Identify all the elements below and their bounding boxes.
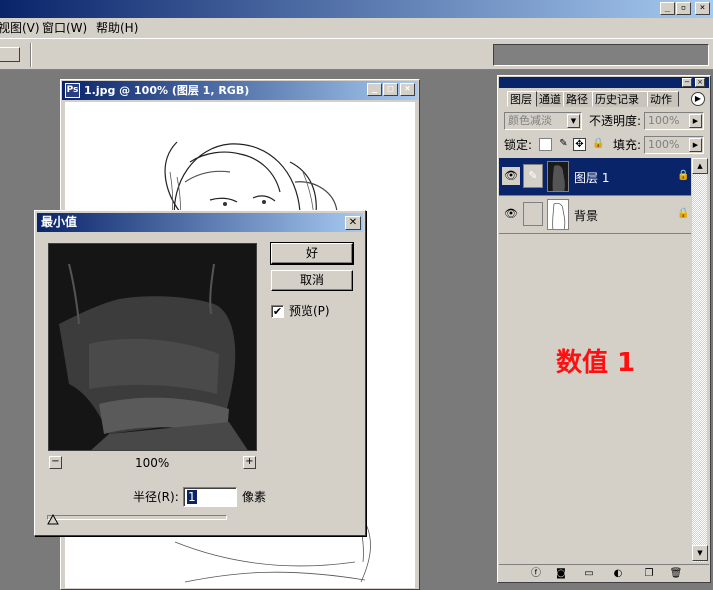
ok-button[interactable]: 好 (270, 242, 354, 265)
menu-view[interactable]: 视图(V) (0, 21, 40, 35)
palette-menu-button[interactable]: ▶ (691, 92, 705, 106)
minimum-filter-dialog: 最小值 ✕ 好 取消 ✔ 预览(P) − 100% + 半径(R): 1 像素 (34, 210, 366, 536)
adjustment-layer-icon[interactable]: ◐ (611, 567, 625, 580)
cancel-button[interactable]: 取消 (271, 270, 353, 291)
lock-icon: 🔒 (677, 208, 690, 219)
tab-history[interactable]: 历史记录 (592, 91, 648, 107)
lock-icon: 🔒 (677, 170, 690, 181)
lock-all-icon[interactable]: 🔒 (592, 138, 605, 151)
options-separator (30, 43, 32, 67)
filter-preview[interactable] (48, 243, 257, 451)
link-cell[interactable] (523, 202, 543, 226)
doc-maximize-button[interactable]: □ (383, 83, 398, 96)
layer-thumbnail (547, 199, 569, 230)
dialog-close-button[interactable]: ✕ (345, 216, 361, 230)
document-title-bar[interactable]: Ps 1.jpg @ 100% (图层 1, RGB) _ □ × (62, 81, 418, 100)
layer-name: 图层 1 (574, 171, 610, 185)
eye-icon[interactable]: 👁 (502, 205, 520, 223)
dialog-title-bar[interactable]: 最小值 ✕ (37, 213, 363, 232)
fill-value: 100% (648, 138, 680, 151)
fill-label: 填充: (613, 138, 642, 152)
tab-paths[interactable]: 路径 (563, 91, 593, 107)
radius-value: 1 (187, 490, 197, 504)
layer-list: 👁 ✎ 图层 1 🔒 👁 背景 🔒 数值 1 (499, 158, 691, 558)
blend-mode-select[interactable]: 颜色减淡 ▼ (504, 112, 582, 130)
menu-window[interactable]: 窗口(W) (42, 21, 87, 35)
radius-slider-track[interactable] (47, 515, 227, 520)
unit-label: 像素 (242, 490, 267, 504)
preview-image (49, 244, 256, 450)
chevron-right-icon: ▶ (689, 114, 702, 128)
chevron-right-icon: ▶ (689, 138, 702, 152)
zoom-out-button[interactable]: − (49, 456, 62, 469)
layer-name: 背景 (574, 209, 599, 223)
lock-brush-icon[interactable]: ✎ (557, 138, 570, 151)
palette-minimize-button[interactable]: − (682, 78, 692, 87)
menu-help[interactable]: 帮助(H) (96, 21, 138, 35)
opacity-value: 100% (648, 114, 680, 127)
layer-style-icon[interactable]: ⓕ (529, 567, 543, 580)
tab-layers[interactable]: 图层 (507, 91, 537, 107)
photoshop-document-icon: Ps (65, 83, 80, 98)
preview-label: 预览(P) (289, 304, 330, 318)
palette-bottom-bar: ⓕ ◙ ▭ ◐ ❐ 🗑 (499, 564, 709, 582)
lock-transparency-icon[interactable] (539, 138, 552, 151)
layer-thumbnail (547, 161, 569, 192)
dialog-title: 最小值 (41, 215, 78, 229)
radius-input[interactable]: 1 (183, 487, 237, 507)
paintbrush-icon[interactable]: ✎ (523, 164, 543, 188)
restore-button[interactable]: ▫ (676, 2, 691, 15)
palette-well[interactable] (493, 44, 709, 66)
opacity-label: 不透明度: (589, 114, 642, 128)
blend-mode-value: 颜色减淡 (508, 114, 552, 127)
doc-minimize-button[interactable]: _ (367, 83, 382, 96)
palette-title-bar[interactable]: − × (499, 77, 709, 88)
menu-bar: 视图(V) 窗口(W) 帮助(H) (0, 18, 713, 38)
radius-slider-thumb[interactable] (47, 513, 59, 525)
palette-close-button[interactable]: × (695, 78, 705, 87)
scroll-down-button[interactable]: ▼ (692, 545, 708, 561)
close-button[interactable]: × (695, 2, 710, 15)
new-set-icon[interactable]: ▭ (582, 567, 596, 580)
layers-palette: − × 图层 通道 路径 历史记录 动作 ▶ 颜色减淡 ▼ 不透明度: 100%… (497, 75, 711, 583)
preview-checkbox[interactable]: ✔ (271, 305, 284, 318)
layer-row-layer1[interactable]: 👁 ✎ 图层 1 🔒 (499, 158, 691, 196)
scroll-up-button[interactable]: ▲ (692, 158, 708, 174)
tab-actions[interactable]: 动作 (647, 91, 679, 107)
chevron-down-icon: ▼ (567, 114, 580, 128)
app-title-bar: _ ▫ × (0, 0, 713, 18)
radius-label: 半径(R): (133, 490, 179, 504)
layers-scrollbar[interactable]: ▲ ▼ (691, 158, 708, 562)
fill-input[interactable]: 100% ▶ (644, 136, 704, 154)
opacity-input[interactable]: 100% ▶ (644, 112, 704, 130)
new-layer-icon[interactable]: ❐ (642, 567, 656, 580)
eye-icon[interactable]: 👁 (502, 167, 520, 185)
minimize-button[interactable]: _ (660, 2, 675, 15)
zoom-in-button[interactable]: + (243, 456, 256, 469)
lock-label: 锁定: (504, 138, 533, 152)
zoom-level: 100% (135, 456, 170, 470)
trash-icon[interactable]: 🗑 (669, 567, 683, 580)
add-mask-icon[interactable]: ◙ (554, 567, 568, 580)
tab-channels[interactable]: 通道 (536, 91, 564, 107)
lock-move-icon[interactable]: ✥ (573, 138, 586, 151)
options-bar (0, 38, 713, 70)
doc-close-button[interactable]: × (400, 83, 415, 96)
layer-row-background[interactable]: 👁 背景 🔒 (499, 196, 691, 234)
document-title: 1.jpg @ 100% (图层 1, RGB) (84, 84, 250, 97)
annotation-text: 数值 1 (556, 348, 636, 378)
tool-preset-button[interactable] (0, 47, 20, 62)
